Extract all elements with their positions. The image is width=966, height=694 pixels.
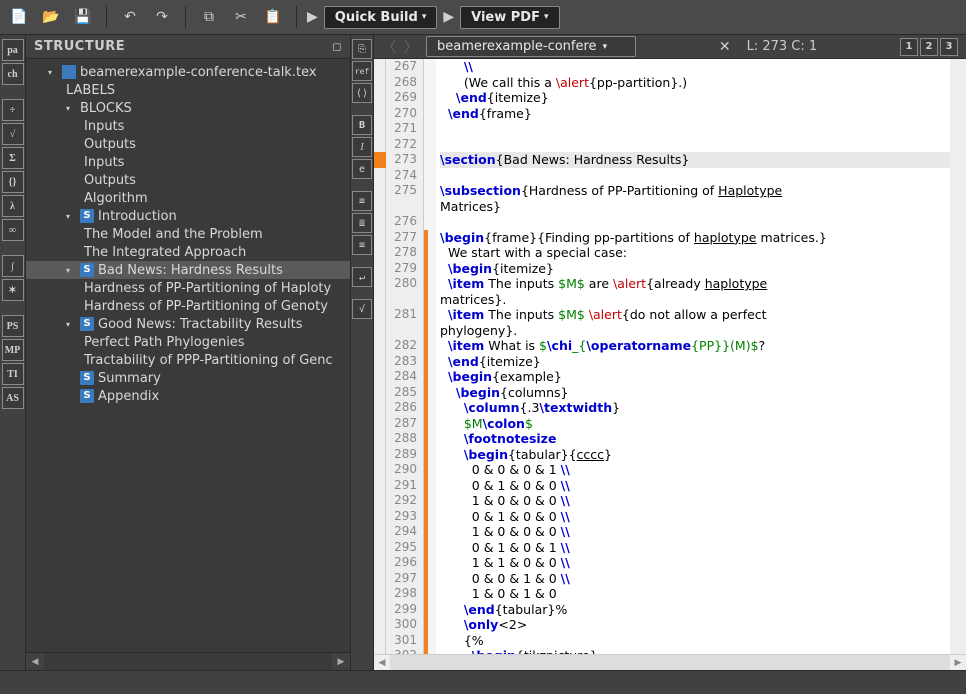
new-file-icon[interactable]: 📄 [6, 4, 32, 30]
split-2-button[interactable]: 2 [920, 38, 938, 56]
as-icon[interactable]: AS [2, 387, 24, 409]
tab-close-icon[interactable]: ✕ [719, 39, 731, 55]
main-toolbar: 📄 📂 💾 ↶ ↷ ⧉ ✂ 📋 ▶ Quick Build▾ ▶ View PD… [0, 0, 966, 35]
tree-item[interactable]: Perfect Path Phylogenies [26, 333, 350, 351]
sum-icon[interactable]: Σ [2, 147, 24, 169]
editor-hscrollbar[interactable]: ◀▶ [374, 654, 966, 670]
math-icon[interactable]: √ [352, 299, 372, 319]
editor-vscrollbar[interactable] [950, 59, 966, 654]
bottom-panel [0, 670, 966, 694]
tree-item[interactable]: The Model and the Problem [26, 225, 350, 243]
separator [106, 6, 107, 28]
frac-icon[interactable]: ÷ [2, 99, 24, 121]
split-1-button[interactable]: 1 [900, 38, 918, 56]
center-icon[interactable]: ≣ [352, 213, 372, 233]
brace-icon[interactable]: {} [2, 171, 24, 193]
lambda-icon[interactable]: λ [2, 195, 24, 217]
emph-icon[interactable]: e [352, 159, 372, 179]
symbol-toolbar: pa ch ÷ √ Σ {} λ ∞ ∫ ✶ PS MP TI AS [0, 35, 26, 670]
tree-item[interactable]: Hardness of PP-Partitioning of Genoty [26, 297, 350, 315]
save-icon[interactable]: 💾 [70, 4, 96, 30]
tree-item[interactable]: Algorithm [26, 189, 350, 207]
view-arrow-icon: ▶ [443, 9, 454, 25]
tree-item[interactable]: ▾ beamerexample-conference-talk.tex [26, 63, 350, 81]
paste-icon[interactable]: 📋 [260, 4, 286, 30]
int-icon[interactable]: ∫ [2, 255, 24, 277]
chapter-icon[interactable]: ch [2, 63, 24, 85]
tree-item[interactable]: The Integrated Approach [26, 243, 350, 261]
tree-item[interactable]: Inputs [26, 117, 350, 135]
bold-icon[interactable]: B [352, 115, 372, 135]
copy-icon[interactable]: ⧉ [196, 4, 222, 30]
label-icon[interactable]: ⎘ [352, 39, 372, 59]
nav-back-icon[interactable]: 〈 [382, 37, 396, 57]
tree-item[interactable]: Inputs [26, 153, 350, 171]
tree-item[interactable]: ▾S Bad News: Hardness Results [26, 261, 350, 279]
ps-icon[interactable]: PS [2, 315, 24, 337]
italic-icon[interactable]: I [352, 137, 372, 157]
open-file-icon[interactable]: 📂 [38, 4, 64, 30]
structure-detach-icon[interactable]: ◻ [332, 40, 342, 53]
structure-title: STRUCTURE [34, 39, 125, 54]
tree-item[interactable]: LABELS [26, 81, 350, 99]
split-3-button[interactable]: 3 [940, 38, 958, 56]
tree-item[interactable]: ▾S Introduction [26, 207, 350, 225]
nav-forward-icon[interactable]: 〉 [404, 37, 418, 57]
tree-item[interactable]: Tractability of PPP-Partitioning of Genc [26, 351, 350, 369]
tree-item[interactable]: ▾S Good News: Tractability Results [26, 315, 350, 333]
tree-item[interactable]: Hardness of PP-Partitioning of Haploty [26, 279, 350, 297]
mp-icon[interactable]: MP [2, 339, 24, 361]
structure-hscrollbar[interactable]: ◀▶ [26, 652, 350, 670]
build-arrow-icon: ▶ [307, 9, 318, 25]
infty-icon[interactable]: ∞ [2, 219, 24, 241]
sqrt-icon[interactable]: √ [2, 123, 24, 145]
undo-icon[interactable]: ↶ [117, 4, 143, 30]
tree-item[interactable]: Outputs [26, 135, 350, 153]
editor-column: 〈 〉 beamerexample-confere ▾ ✕ L: 273 C: … [374, 35, 966, 670]
right-icon[interactable]: ≡ [352, 235, 372, 255]
part-icon[interactable]: pa [2, 39, 24, 61]
tree-item[interactable]: S Appendix [26, 387, 350, 405]
editor-tabbar: 〈 〉 beamerexample-confere ▾ ✕ L: 273 C: … [374, 35, 966, 59]
tab-label: beamerexample-confere [437, 39, 597, 54]
view-pdf-button[interactable]: View PDF▾ [460, 6, 559, 29]
editor-tab[interactable]: beamerexample-confere ▾ [426, 36, 636, 57]
tree-item[interactable]: ▾BLOCKS [26, 99, 350, 117]
separator [185, 6, 186, 28]
structure-tree[interactable]: ▾ beamerexample-conference-talk.texLABEL… [26, 59, 350, 652]
left-icon[interactable]: ≡ [352, 191, 372, 211]
tree-item[interactable]: S Summary [26, 369, 350, 387]
newline-icon[interactable]: ↵ [352, 267, 372, 287]
cross-icon[interactable]: ✶ [2, 279, 24, 301]
cut-icon[interactable]: ✂ [228, 4, 254, 30]
ref-icon[interactable]: ref [352, 61, 372, 81]
separator [296, 6, 297, 28]
editor-side-toolbar: ⎘ ref ⟨⟩ B I e ≡ ≣ ≡ ↵ √ [350, 35, 374, 670]
structure-panel: STRUCTURE ◻ ▾ beamerexample-conference-t… [26, 35, 350, 670]
redo-icon[interactable]: ↷ [149, 4, 175, 30]
cursor-position: L: 273 C: 1 [747, 39, 818, 54]
code-editor[interactable]: 2672682692702712722732742752762772782792… [374, 59, 966, 654]
ti-icon[interactable]: TI [2, 363, 24, 385]
pageref-icon[interactable]: ⟨⟩ [352, 83, 372, 103]
quick-build-button[interactable]: Quick Build▾ [324, 6, 438, 29]
tree-item[interactable]: Outputs [26, 171, 350, 189]
